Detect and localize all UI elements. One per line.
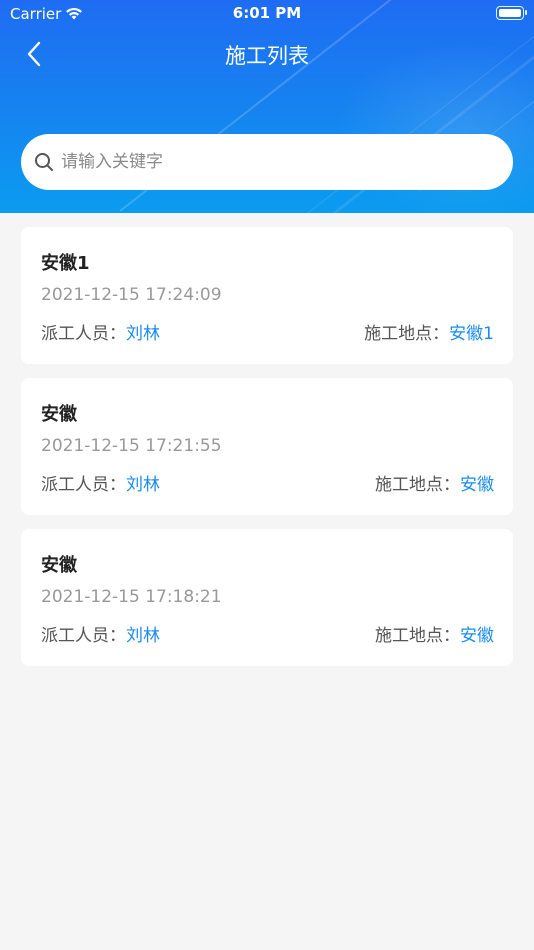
search-icon xyxy=(35,153,53,171)
clock: 6:01 PM xyxy=(232,4,302,22)
status-bar: Carrier 6:01 PM xyxy=(0,0,534,28)
location-row: 施工地点：安徽 xyxy=(375,470,494,495)
construction-card[interactable]: 安徽1 2021-12-15 17:24:09 派工人员：刘林 施工地点：安徽1 xyxy=(21,227,513,364)
location-label: 施工地点： xyxy=(375,475,460,495)
card-title: 安徽 xyxy=(41,404,77,425)
location-row: 施工地点：安徽 xyxy=(375,621,494,646)
dispatch-label: 派工人员： xyxy=(41,626,126,646)
card-timestamp: 2021-12-15 17:24:09 xyxy=(41,285,222,305)
card-title: 安徽 xyxy=(41,555,77,576)
card-timestamp: 2021-12-15 17:18:21 xyxy=(41,587,222,607)
dispatch-row: 派工人员：刘林 xyxy=(41,621,160,646)
location-label: 施工地点： xyxy=(364,324,450,344)
dispatch-label: 派工人员： xyxy=(41,475,126,495)
construction-card[interactable]: 安徽 2021-12-15 17:21:55 派工人员：刘林 施工地点：安徽 xyxy=(21,378,513,515)
dispatch-value: 刘林 xyxy=(126,475,160,495)
construction-list: 安徽1 2021-12-15 17:24:09 派工人员：刘林 施工地点：安徽1… xyxy=(21,227,513,680)
battery-icon xyxy=(496,6,527,20)
search-bar[interactable] xyxy=(21,134,513,190)
location-label: 施工地点： xyxy=(375,626,460,646)
dispatch-value: 刘林 xyxy=(126,626,160,646)
card-title: 安徽1 xyxy=(41,253,90,274)
location-value: 安徽 xyxy=(460,626,494,646)
card-timestamp: 2021-12-15 17:21:55 xyxy=(41,436,222,456)
page: Carrier 6:01 PM 施工列表 安徽1 2021-12-15 17:2… xyxy=(0,0,534,950)
dispatch-value: 刘林 xyxy=(126,324,160,344)
dispatch-row: 派工人员：刘林 xyxy=(41,470,160,495)
page-title: 施工列表 xyxy=(225,44,309,68)
search-input[interactable] xyxy=(61,134,501,190)
battery-level xyxy=(499,9,521,17)
construction-card[interactable]: 安徽 2021-12-15 17:18:21 派工人员：刘林 施工地点：安徽 xyxy=(21,529,513,666)
dispatch-label: 派工人员： xyxy=(41,324,126,344)
location-value: 安徽 xyxy=(460,475,494,495)
dispatch-row: 派工人员：刘林 xyxy=(41,319,160,344)
location-value: 安徽1 xyxy=(449,324,494,344)
location-row: 施工地点：安徽1 xyxy=(364,319,494,344)
